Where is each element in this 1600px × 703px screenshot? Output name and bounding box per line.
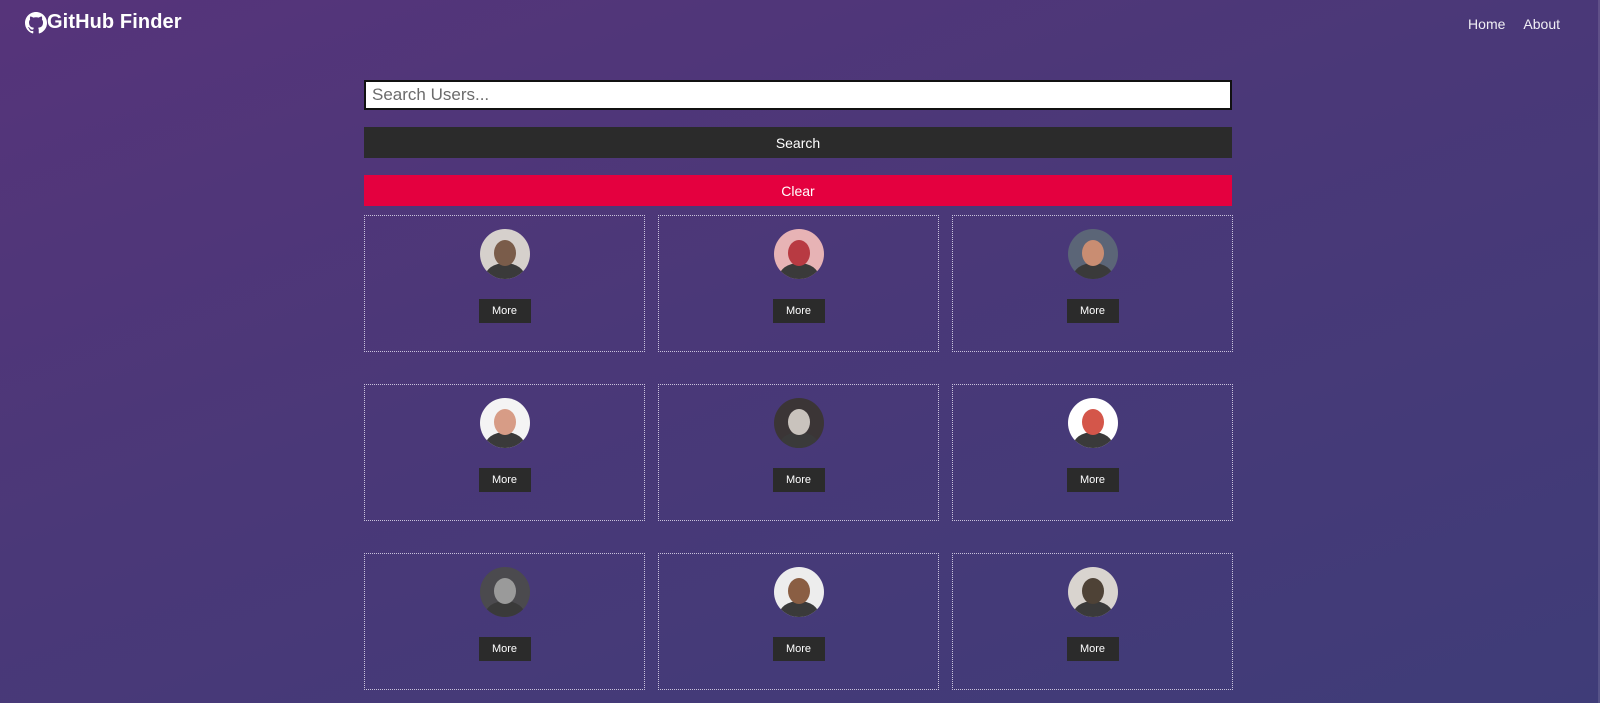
avatar <box>1067 398 1118 448</box>
avatar <box>773 567 824 617</box>
more-button[interactable]: More <box>772 637 825 661</box>
search-form: Search Clear <box>364 80 1232 206</box>
more-button[interactable]: More <box>1066 468 1119 492</box>
avatar <box>479 567 530 617</box>
more-button[interactable]: More <box>478 299 531 323</box>
more-button[interactable]: More <box>478 637 531 661</box>
user-card: More <box>658 215 939 352</box>
user-card: More <box>658 384 939 521</box>
user-card: More <box>952 384 1233 521</box>
brand[interactable]: GitHub Finder <box>25 11 182 34</box>
avatar <box>479 229 530 279</box>
more-button[interactable]: More <box>1066 637 1119 661</box>
user-card: More <box>952 215 1233 352</box>
avatar <box>773 229 824 279</box>
more-button[interactable]: More <box>772 468 825 492</box>
avatar <box>773 398 824 448</box>
avatar <box>479 398 530 448</box>
search-input[interactable] <box>364 80 1232 110</box>
user-card: More <box>364 384 645 521</box>
avatar <box>1067 567 1118 617</box>
more-button[interactable]: More <box>772 299 825 323</box>
search-button[interactable]: Search <box>364 127 1232 158</box>
user-card: More <box>364 215 645 352</box>
more-button[interactable]: More <box>1066 299 1119 323</box>
github-icon <box>25 11 47 34</box>
user-grid: More More More More More More More More More <box>364 215 1233 690</box>
clear-button[interactable]: Clear <box>364 175 1232 206</box>
navbar: GitHub Finder Home About <box>0 0 1600 50</box>
brand-title: GitHub Finder <box>47 11 182 33</box>
nav-links: Home About <box>1468 16 1560 32</box>
nav-link-home[interactable]: Home <box>1468 16 1505 32</box>
avatar <box>1067 229 1118 279</box>
more-button[interactable]: More <box>478 468 531 492</box>
user-card: More <box>364 553 645 690</box>
nav-link-about[interactable]: About <box>1523 16 1560 32</box>
user-card: More <box>658 553 939 690</box>
user-card: More <box>952 553 1233 690</box>
